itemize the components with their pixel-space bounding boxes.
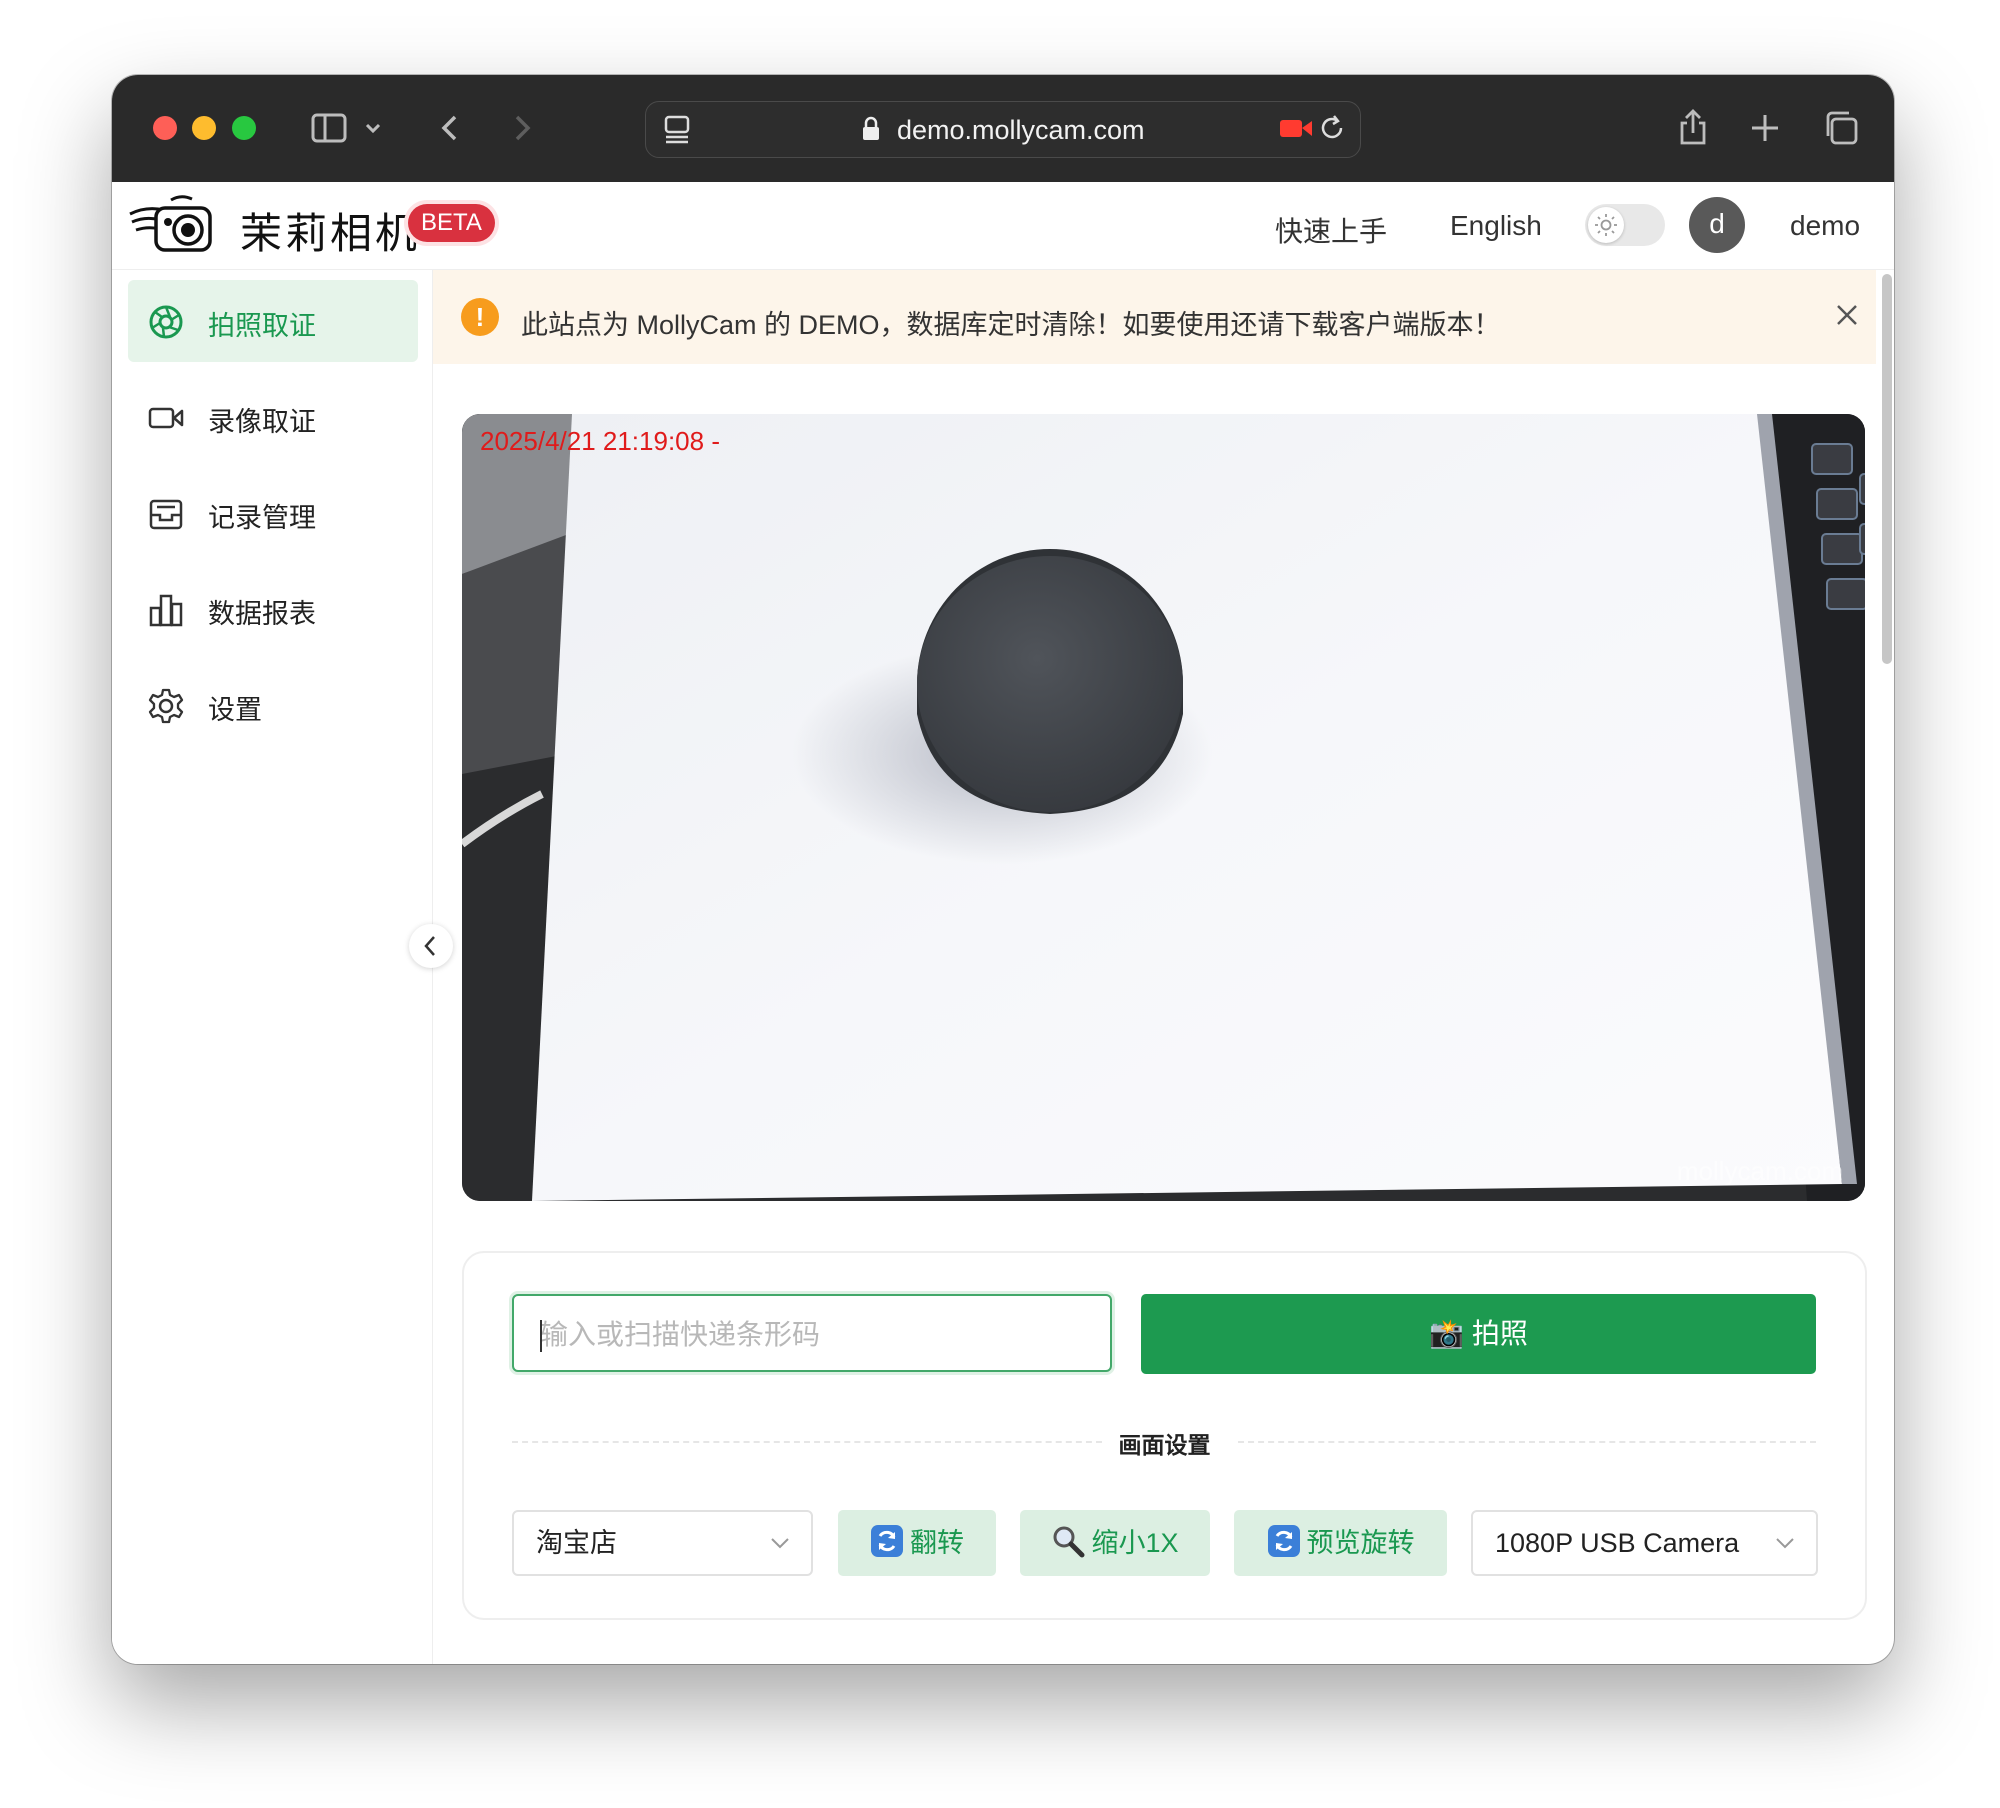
chevron-down-icon[interactable] xyxy=(358,105,388,151)
camera-watermark: mollycam.com xyxy=(1676,1156,1843,1186)
bar-chart-icon xyxy=(149,594,183,627)
sidebar-item-label: 录像取证 xyxy=(208,407,316,437)
sidebar-item-label: 数据报表 xyxy=(208,599,316,629)
username[interactable]: demo xyxy=(1790,210,1860,242)
main-content: ! 此站点为 MollyCam 的 DEMO，数据库定时清除！如要使用还请下载客… xyxy=(433,270,1894,1664)
avatar[interactable]: d xyxy=(1689,197,1745,253)
quick-start-link[interactable]: 快速上手 xyxy=(1275,210,1387,250)
sidebar-item-video-evidence[interactable]: 录像取证 xyxy=(128,376,418,458)
sidebar-item-label: 拍照取证 xyxy=(208,311,316,341)
zoom-window-button[interactable] xyxy=(232,116,256,140)
capture-panel: 输入或扫描快递条形码 📸 拍照 画面设置 淘宝店 翻转 缩小1X 预览旋转 10… xyxy=(462,1251,1867,1620)
camera-logo-icon xyxy=(126,192,216,260)
flip-button[interactable]: 翻转 xyxy=(838,1510,996,1576)
store-select-value: 淘宝店 xyxy=(536,1528,617,1558)
alert-message: 此站点为 MollyCam 的 DEMO，数据库定时清除！如要使用还请下载客户端… xyxy=(521,310,1501,340)
sidebar-item-label: 设置 xyxy=(208,695,262,725)
flip-label: 翻转 xyxy=(910,1528,964,1558)
chevron-down-icon xyxy=(771,1538,789,1549)
magnifier-icon xyxy=(1053,1526,1085,1558)
sidebar: 拍照取证 录像取证 记录管理 数据报表 设置 xyxy=(112,270,433,1664)
browser-window: demo.mollycam.com 茉莉相机 BETA 快速上手 English… xyxy=(112,75,1894,1664)
browser-toolbar: demo.mollycam.com xyxy=(112,75,1894,183)
video-camera-icon xyxy=(148,407,184,429)
theme-toggle[interactable] xyxy=(1585,204,1665,246)
scrollbar[interactable] xyxy=(1882,274,1892,664)
sidebar-item-label: 记录管理 xyxy=(208,503,316,533)
lock-icon xyxy=(863,116,880,140)
preview-rotate-button[interactable]: 预览旋转 xyxy=(1234,1510,1447,1576)
back-icon[interactable] xyxy=(428,105,474,151)
aperture-icon xyxy=(149,305,183,339)
url-text: demo.mollycam.com xyxy=(896,115,1145,145)
camera-select-value: 1080P USB Camera xyxy=(1495,1528,1740,1558)
address-bar[interactable]: demo.mollycam.com xyxy=(645,101,1361,158)
rotate-label: 预览旋转 xyxy=(1306,1528,1415,1558)
camera-feed-image xyxy=(462,414,1865,1201)
sun-icon xyxy=(1588,207,1624,243)
camera-recording-icon[interactable] xyxy=(1276,108,1316,148)
zoom-label: 缩小1X xyxy=(1091,1528,1179,1558)
sidebar-item-records[interactable]: 记录管理 xyxy=(128,472,418,554)
close-icon[interactable] xyxy=(1830,298,1864,332)
zoom-out-button[interactable]: 缩小1X xyxy=(1020,1510,1210,1576)
refresh-icon xyxy=(871,1525,903,1557)
forward-icon[interactable] xyxy=(498,105,544,151)
collapse-sidebar-button[interactable] xyxy=(409,924,453,968)
language-switch[interactable]: English xyxy=(1450,210,1542,242)
camera-preview: 2025/4/21 21:19:08 - mollycam.com xyxy=(462,414,1865,1201)
warning-icon: ! xyxy=(461,298,499,336)
minimize-window-button[interactable] xyxy=(192,116,216,140)
tab-overview-icon[interactable] xyxy=(1819,105,1865,151)
store-select[interactable]: 淘宝店 xyxy=(512,1510,813,1576)
reload-icon[interactable] xyxy=(1312,108,1352,148)
share-icon[interactable] xyxy=(1670,105,1716,151)
camera-timestamp: 2025/4/21 21:19:08 - xyxy=(480,426,720,456)
sidebar-toggle-icon[interactable] xyxy=(306,105,352,151)
app-header: 茉莉相机 BETA 快速上手 English d demo xyxy=(112,182,1894,270)
brand-name: 茉莉相机 xyxy=(240,209,421,258)
beta-badge: BETA xyxy=(408,204,495,242)
new-tab-icon[interactable] xyxy=(1742,105,1788,151)
barcode-placeholder: 输入或扫描快递条形码 xyxy=(540,1319,821,1350)
sidebar-item-photo-evidence[interactable]: 拍照取证 xyxy=(128,280,418,362)
text-caret xyxy=(540,1320,542,1352)
barcode-input[interactable]: 输入或扫描快递条形码 xyxy=(512,1294,1112,1372)
camera-select[interactable]: 1080P USB Camera xyxy=(1471,1510,1818,1576)
section-title: 画面设置 xyxy=(1118,1432,1211,1458)
chevron-left-icon xyxy=(424,936,435,956)
take-photo-button[interactable]: 📸 拍照 xyxy=(1141,1294,1816,1374)
sidebar-item-settings[interactable]: 设置 xyxy=(128,664,418,746)
gear-icon xyxy=(148,688,184,724)
sidebar-item-reports[interactable]: 数据报表 xyxy=(128,568,418,650)
rotate-icon xyxy=(1267,1525,1300,1557)
close-window-button[interactable] xyxy=(153,116,177,140)
chevron-down-icon xyxy=(1776,1538,1794,1549)
demo-warning-banner: ! 此站点为 MollyCam 的 DEMO，数据库定时清除！如要使用还请下载客… xyxy=(433,270,1876,364)
inbox-icon xyxy=(149,499,183,530)
